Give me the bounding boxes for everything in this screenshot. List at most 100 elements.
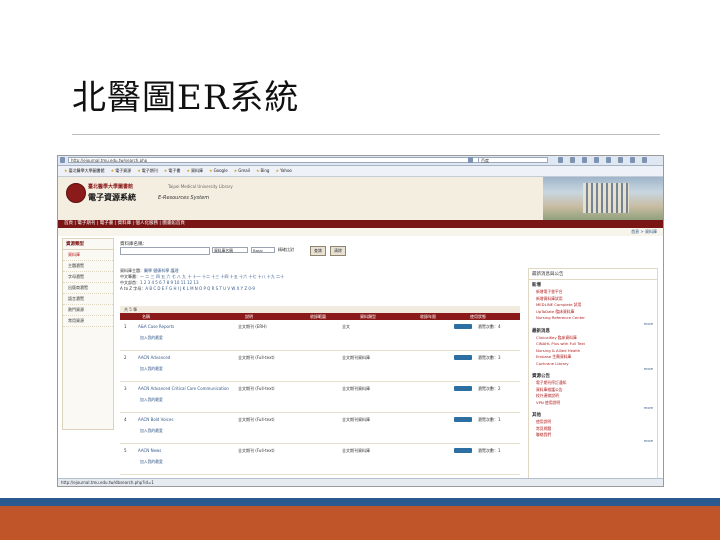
exact-match-option[interactable]: 精確比對 (278, 247, 294, 253)
sidebar-item[interactable]: 常用資源 (63, 316, 113, 327)
addon-icon[interactable] (618, 157, 623, 163)
sidebar-item[interactable]: 資料庫 (63, 250, 113, 261)
row-title[interactable]: AACN Advanced (138, 355, 170, 360)
access-button[interactable] (454, 448, 472, 453)
row-stats: 瀏覽次數：1 (478, 448, 501, 453)
favorite-link[interactable]: ★Gmail (234, 166, 250, 176)
menu-icon[interactable] (642, 157, 647, 163)
favorite-label: Google (213, 168, 228, 173)
row-type: 全文期刊資料庫 (342, 355, 370, 360)
row-number: 2 (124, 355, 127, 360)
star-icon: ★ (233, 168, 238, 173)
refresh-icon[interactable] (468, 157, 473, 163)
add-favorite-link[interactable]: 加入我的最愛 (140, 335, 163, 341)
sidebar-item[interactable]: 主題瀏覽 (63, 261, 113, 272)
favorite-link[interactable]: ★Google (209, 166, 228, 176)
sidebar-item[interactable]: 出版商瀏覽 (63, 283, 113, 294)
favorite-link[interactable]: ★電子書 (164, 166, 181, 176)
university-name: 臺北醫學大學圖書館 (88, 184, 134, 190)
star-icon: ★ (208, 168, 213, 173)
type-select[interactable]: Basic (251, 247, 275, 253)
access-button[interactable] (454, 324, 472, 329)
bookmark-icon[interactable] (582, 157, 587, 163)
table-row: 2 AACN Advanced 全文期刊 (Full-text) 全文期刊資料庫 瀏覽次… (120, 351, 520, 382)
address-bar: http://ejournal.tmu.edu.tw/search.php 百度 (58, 156, 663, 166)
footer-band (0, 506, 720, 540)
favorite-link[interactable]: ★Yahoo (275, 166, 291, 176)
news-heading: 最新消息與公告 (529, 269, 657, 280)
table-row: 4 AACN Bold Voices 全文期刊 (Full-text) 全文期刊資料庫… (120, 413, 520, 444)
back-icon[interactable] (60, 157, 65, 163)
row-title[interactable]: AACN News (138, 448, 161, 453)
row-stats: 瀏覽次數：3 (478, 355, 501, 360)
favorite-label: Yahoo (280, 168, 292, 173)
favorite-label: Gmail (238, 168, 250, 173)
row-number: 3 (124, 386, 127, 391)
access-button[interactable] (454, 386, 472, 391)
col-header: 收錄年限 (420, 314, 436, 319)
access-button[interactable] (454, 417, 472, 422)
search-button[interactable]: 查詢 (310, 246, 326, 256)
row-title[interactable]: A&A Case Reports (138, 324, 174, 329)
field-select[interactable]: 資料庫名稱 (212, 247, 248, 253)
browser-search-input[interactable]: 百度 (478, 157, 548, 163)
favorite-link[interactable]: ★Bing (256, 166, 270, 176)
addon-icon[interactable] (630, 157, 635, 163)
home-icon[interactable] (558, 157, 563, 163)
favorite-label: 電子資源 (115, 168, 132, 173)
favorite-link[interactable]: ★資料庫 (186, 166, 203, 176)
favorite-label: 電子期刊 (141, 168, 158, 173)
favorite-link[interactable]: ★電子期刊 (137, 166, 158, 176)
star-icon: ★ (163, 168, 168, 173)
sidebar-item[interactable]: 字母瀏覽 (63, 272, 113, 283)
addon-icon[interactable] (594, 157, 599, 163)
add-favorite-link[interactable]: 加入我的最愛 (140, 366, 163, 372)
row-stats: 瀏覽次數：1 (478, 417, 501, 422)
search-form: 資料庫名稱： 資料庫名稱 Basic 精確比對 查詢 清除 (120, 241, 420, 261)
row-title[interactable]: AACN Advanced Critical Care Communicatio… (138, 386, 229, 391)
favorite-link[interactable]: ★電子資源 (111, 166, 132, 176)
sidebar-item[interactable]: 熱門資源 (63, 305, 113, 316)
site-header: 臺北醫學大學圖書館 Taipei Medical University Libr… (58, 177, 663, 220)
star-icon: ★ (186, 168, 190, 173)
favorite-label: Bing (260, 168, 270, 173)
search-input[interactable] (120, 247, 210, 255)
favorite-label: 電子書 (168, 168, 181, 173)
col-header: 收錄範圍 (310, 314, 326, 319)
table-header: 名稱 說明 收錄範圍 資料類型 收錄年限 使用狀態 (120, 313, 520, 320)
row-description: 全文期刊 (Full-text) (238, 448, 275, 453)
add-favorite-link[interactable]: 加入我的最愛 (140, 428, 163, 434)
row-type: 全文期刊資料庫 (342, 386, 370, 391)
row-type: 全文期刊資料庫 (342, 417, 370, 422)
row-description: 全文期刊 (Full-text) (238, 417, 275, 422)
star-icon: ★ (64, 168, 68, 173)
row-title[interactable]: AACN Bold Voices (138, 417, 173, 422)
system-name: 電子資源系統 (88, 193, 136, 202)
col-header: 名稱 (142, 314, 150, 319)
add-favorite-link[interactable]: 加入我的最愛 (140, 459, 163, 465)
row-description: 全文期刊 (Full-text) (238, 355, 275, 360)
browser-screenshot: http://ejournal.tmu.edu.tw/search.php 百度… (57, 155, 664, 487)
star-icon: ★ (255, 168, 260, 173)
addon-icon[interactable] (606, 157, 611, 163)
add-favorite-link[interactable]: 加入我的最愛 (140, 397, 163, 403)
row-number: 4 (124, 417, 127, 422)
more-link[interactable]: more (529, 439, 657, 443)
download-icon[interactable] (570, 157, 575, 163)
sidebar-item[interactable]: 語言瀏覽 (63, 294, 113, 305)
url-input[interactable]: http://ejournal.tmu.edu.tw/search.php (68, 157, 488, 163)
news-section-title: 新增 (532, 283, 541, 288)
favorite-link[interactable]: ★臺北醫學大學圖書館 (64, 166, 105, 176)
browse-filters: 資料庫主題：醫學 健康科學 護理 中文筆畫：一 二 三 四 五 六 七 八 九 … (120, 268, 520, 292)
col-header: 使用狀態 (470, 314, 486, 319)
nav-links[interactable]: 首頁 | 電子期刊 | 電子書 | 資料庫 | 個人化服務 | 圖書館首頁 (64, 220, 185, 228)
access-button[interactable] (454, 355, 472, 360)
star-icon: ★ (275, 168, 280, 173)
reset-button[interactable]: 清除 (330, 246, 346, 256)
table-row: 3 AACN Advanced Critical Care Communicati… (120, 382, 520, 413)
breadcrumb[interactable]: 首頁 > 資料庫 (631, 228, 657, 236)
sidebar: 資源類型 資料庫 主題瀏覽 字母瀏覽 出版商瀏覽 語言瀏覽 熱門資源 常用資源 (62, 238, 114, 430)
title-divider (72, 134, 660, 135)
star-icon: ★ (110, 168, 115, 173)
results-table: 共 5 筆 名稱 說明 收錄範圍 資料類型 收錄年限 使用狀態 1 A&A Cas… (120, 306, 520, 475)
